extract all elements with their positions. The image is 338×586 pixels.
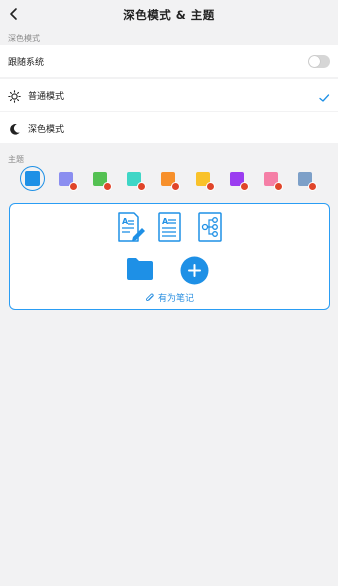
theme-swatch-purple[interactable] (224, 166, 250, 192)
brand-text: 有为笔记 (157, 294, 194, 304)
mindmap-icon (197, 211, 223, 247)
svg-text:A: A (162, 217, 169, 226)
svg-text:A: A (122, 217, 129, 226)
lock-badge-icon (274, 182, 283, 191)
moon-icon (8, 121, 21, 135)
dark-mode-section-label: 深色模式 (8, 34, 40, 43)
lock-badge-icon (137, 182, 146, 191)
follow-system-row: 跟随系统 (0, 45, 338, 77)
theme-section-label: 主题 (8, 155, 24, 164)
theme-swatch-blue[interactable] (20, 166, 45, 191)
sun-icon (8, 88, 21, 103)
lock-badge-icon (69, 182, 78, 191)
theme-swatch-orange[interactable] (155, 166, 181, 192)
theme-swatch-lavender[interactable] (53, 166, 79, 192)
toggle-knob (309, 56, 320, 67)
lock-badge-icon (171, 182, 180, 191)
follow-system-label: 跟随系统 (8, 57, 45, 68)
theme-swatch-green[interactable] (87, 166, 113, 192)
page-title: 深色模式 & 主题 (123, 8, 215, 22)
theme-swatch-teal[interactable] (121, 166, 147, 192)
folder-icon (126, 257, 154, 285)
dark-mode-option[interactable]: 深色模式 (0, 112, 338, 143)
dark-mode-label: 深色模式 (28, 125, 65, 135)
theme-swatches (0, 166, 338, 196)
normal-mode-option[interactable]: 普通模式 (0, 79, 338, 111)
lock-badge-icon (103, 182, 112, 191)
check-icon (318, 89, 330, 102)
add-icon (180, 256, 209, 289)
lock-badge-icon (206, 182, 215, 191)
normal-mode-label: 普通模式 (28, 92, 65, 102)
theme-preview-card: A A 有为笔记 (9, 203, 330, 310)
swatch-color (25, 171, 40, 186)
lock-badge-icon (240, 182, 249, 191)
theme-swatch-slate[interactable] (292, 166, 318, 192)
follow-system-toggle[interactable] (308, 55, 330, 68)
lock-badge-icon (308, 182, 317, 191)
document-text-icon: A (157, 211, 183, 247)
document-edit-icon: A (116, 211, 146, 247)
header-bar: 深色模式 & 主题 (0, 0, 338, 30)
brand-label: 有为笔记 (10, 291, 329, 304)
theme-swatch-yellow[interactable] (190, 166, 216, 192)
theme-swatch-pink[interactable] (258, 166, 284, 192)
paperclip-icon (145, 293, 158, 304)
